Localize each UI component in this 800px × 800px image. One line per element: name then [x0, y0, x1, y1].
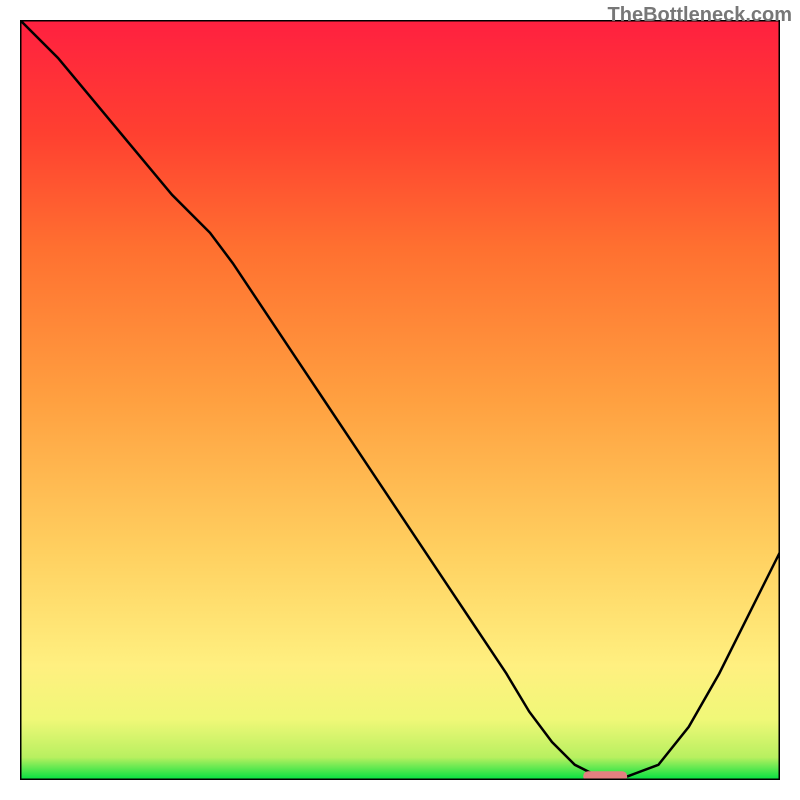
watermark-text: TheBottleneck.com — [608, 4, 792, 27]
chart-svg — [20, 20, 780, 780]
chart-container: TheBottleneck.com — [0, 0, 800, 800]
gradient-background — [20, 20, 780, 780]
plot-area — [20, 20, 780, 780]
